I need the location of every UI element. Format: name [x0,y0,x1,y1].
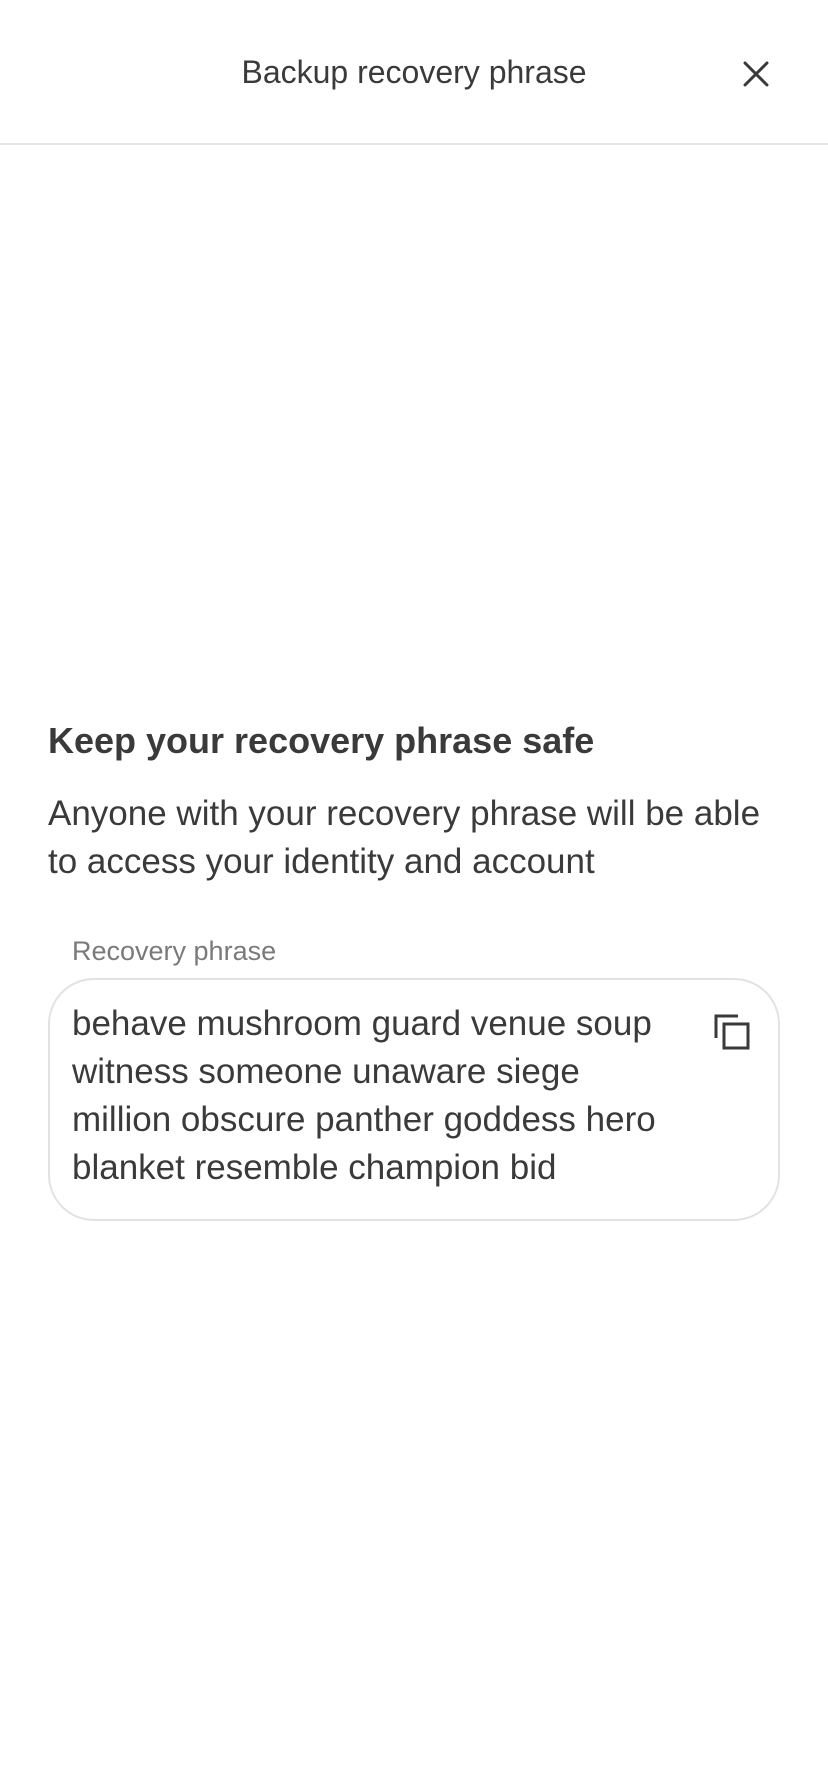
main-content: Keep your recovery phrase safe Anyone wi… [48,718,780,886]
backup-recovery-phrase-screen: Backup recovery phrase Keep your recover… [0,0,828,1792]
copy-icon [714,1014,750,1050]
recovery-phrase-text[interactable]: behave mushroom guard venue soup witness… [72,1000,672,1192]
copy-button[interactable] [706,1006,758,1058]
section-description: Anyone with your recovery phrase will be… [48,794,761,881]
recovery-phrase-field[interactable]: behave mushroom guard venue soup witness… [48,978,780,1221]
page-title: Backup recovery phrase [241,54,587,90]
header: Backup recovery phrase [0,0,828,145]
close-button[interactable] [730,48,782,100]
close-icon [743,61,769,87]
section-title: Keep your recovery phrase safe [48,720,595,761]
recovery-phrase-label: Recovery phrase [72,936,277,966]
